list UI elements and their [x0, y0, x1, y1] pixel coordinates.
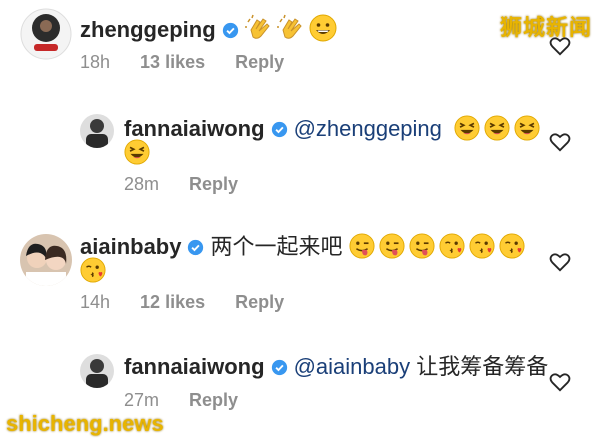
comment-aiainbaby: aiainbaby 两个一起来吧 14h 12 likes Reply [0, 220, 600, 330]
username[interactable]: fannaiaiwong [124, 354, 265, 379]
comment-header: aiainbaby 两个一起来吧 [80, 232, 529, 267]
comment-meta: 18h 13 likes Reply [80, 52, 314, 73]
heart-icon[interactable] [549, 372, 571, 392]
avatar[interactable] [80, 354, 114, 388]
reply-button[interactable]: Reply [235, 292, 284, 312]
timestamp: 28m [124, 174, 160, 194]
avatar[interactable] [20, 234, 72, 286]
avatar[interactable] [20, 8, 72, 60]
timestamp: 27m [124, 390, 160, 410]
verified-badge-icon [222, 22, 238, 39]
winking-tongue-emoji [379, 233, 405, 267]
verified-badge-icon [188, 239, 204, 256]
kissing-face-emoji [439, 233, 465, 267]
reply-button[interactable]: Reply [189, 390, 238, 410]
mention-link[interactable]: @aiainbaby [294, 354, 411, 379]
comment-continuation [124, 138, 154, 173]
laughing-face-emoji [514, 115, 540, 149]
comment-meta: 14h 12 likes Reply [80, 292, 314, 313]
comment-header: zhenggeping [80, 14, 341, 50]
clapping-hands-emoji [276, 14, 305, 50]
comment-text: 两个一起来吧 [210, 235, 343, 260]
reply-button[interactable]: Reply [189, 174, 238, 194]
winking-tongue-emoji [409, 233, 435, 267]
likes-count[interactable]: 13 likes [140, 52, 205, 72]
likes-count[interactable]: 12 likes [140, 292, 205, 312]
reply-fannaiaiwong-1: fannaiaiwong @zhenggeping 28m Reply [0, 100, 600, 210]
comment-text: 让我筹备筹备 [416, 355, 549, 380]
username[interactable]: zhenggeping [80, 17, 216, 42]
mention-link[interactable]: @zhenggeping [294, 116, 442, 141]
heart-icon[interactable] [549, 132, 571, 152]
reply-button[interactable]: Reply [235, 52, 284, 72]
comment-meta: 27m Reply [124, 390, 268, 411]
timestamp: 18h [80, 52, 111, 72]
comment-zhenggeping: zhenggeping 18h 13 likes Reply [0, 0, 600, 90]
heart-icon[interactable] [549, 36, 571, 56]
kissing-face-emoji [80, 257, 106, 291]
avatar[interactable] [80, 114, 114, 148]
laughing-face-emoji [454, 115, 480, 149]
timestamp: 14h [80, 292, 111, 312]
comment-header: fannaiaiwong @aiainbaby 让我筹备筹备 [124, 352, 548, 383]
reply-fannaiaiwong-2: fannaiaiwong @aiainbaby 让我筹备筹备 27m Reply [0, 340, 600, 420]
comment-meta: 28m Reply [124, 174, 268, 195]
verified-badge-icon [271, 121, 287, 138]
grinning-face-emoji [309, 14, 337, 50]
clapping-hands-emoji [244, 14, 273, 50]
kissing-face-emoji [469, 233, 495, 267]
comment-header: fannaiaiwong @zhenggeping [124, 114, 544, 149]
winking-tongue-emoji [349, 233, 375, 267]
comment-continuation [80, 256, 110, 291]
laughing-face-emoji [484, 115, 510, 149]
kissing-face-emoji [499, 233, 525, 267]
verified-badge-icon [271, 359, 287, 376]
laughing-face-emoji [124, 139, 150, 173]
heart-icon[interactable] [549, 252, 571, 272]
